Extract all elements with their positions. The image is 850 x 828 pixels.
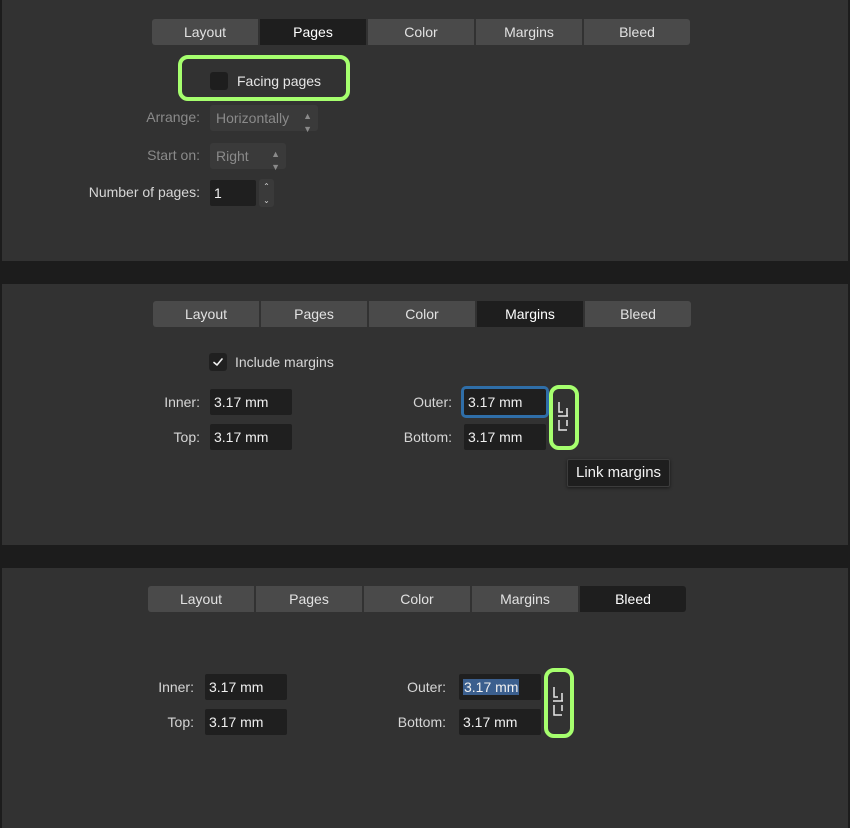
number-of-pages-input[interactable]: 1 xyxy=(210,180,256,206)
checkmark-icon xyxy=(213,358,223,366)
inner-margin-input[interactable]: 3.17 mm xyxy=(210,389,292,415)
bottom-label: Bottom: xyxy=(403,429,452,445)
tab-color[interactable]: Color xyxy=(364,586,470,612)
tab-bar: Layout Pages Color Margins Bleed xyxy=(152,19,690,45)
facing-pages-label: Facing pages xyxy=(237,73,322,89)
pages-settings-panel: Layout Pages Color Margins Bleed Facing … xyxy=(2,0,848,261)
top-bleed-input[interactable]: 3.17 mm xyxy=(205,709,287,735)
chain-link-icon[interactable] xyxy=(554,398,572,434)
outer-margin-input[interactable]: 3.17 mm xyxy=(461,386,549,418)
start-on-value: Right xyxy=(216,148,249,164)
tab-bleed[interactable]: Bleed xyxy=(585,301,691,327)
arrange-value: Horizontally xyxy=(216,110,290,126)
facing-pages-checkbox[interactable] xyxy=(210,72,228,90)
outer-bleed-input[interactable]: 3.17 mm xyxy=(459,674,541,700)
tab-layout[interactable]: Layout xyxy=(148,586,254,612)
bottom-margin-input[interactable]: 3.17 mm xyxy=(464,424,546,450)
tab-margins[interactable]: Margins xyxy=(477,301,583,327)
include-margins-label: Include margins xyxy=(235,354,334,370)
tab-layout[interactable]: Layout xyxy=(152,19,258,45)
margins-settings-panel: Layout Pages Color Margins Bleed Include… xyxy=(2,284,848,545)
tab-layout[interactable]: Layout xyxy=(153,301,259,327)
tab-margins[interactable]: Margins xyxy=(472,586,578,612)
outer-label: Outer: xyxy=(413,394,452,410)
chevron-down-icon[interactable]: ⌄ xyxy=(263,196,270,205)
tab-bar: Layout Pages Color Margins Bleed xyxy=(153,301,691,327)
outer-bleed-selected-text: 3.17 mm xyxy=(463,679,520,695)
tab-margins[interactable]: Margins xyxy=(476,19,582,45)
inner-label: Inner: xyxy=(158,679,194,695)
bottom-label: Bottom: xyxy=(397,714,446,730)
chevron-up-down-icon: ▲ ▼ xyxy=(303,111,312,134)
link-margins-tooltip: Link margins xyxy=(567,459,671,487)
tab-bar: Layout Pages Color Margins Bleed xyxy=(148,586,686,612)
bottom-bleed-input[interactable]: 3.17 mm xyxy=(459,709,541,735)
inner-bleed-input[interactable]: 3.17 mm xyxy=(205,674,287,700)
number-of-pages-stepper[interactable]: ⌃ ⌄ xyxy=(259,179,274,207)
inner-label: Inner: xyxy=(164,394,200,410)
include-margins-checkbox[interactable] xyxy=(209,353,227,371)
tab-color[interactable]: Color xyxy=(369,301,475,327)
top-label: Top: xyxy=(173,429,200,445)
tab-pages[interactable]: Pages xyxy=(260,19,366,45)
top-margin-input[interactable]: 3.17 mm xyxy=(210,424,292,450)
chevron-up-down-icon: ▲ ▼ xyxy=(271,149,280,172)
tab-color[interactable]: Color xyxy=(368,19,474,45)
number-of-pages-label: Number of pages: xyxy=(88,184,200,200)
arrange-select[interactable]: Horizontally ▲ ▼ xyxy=(210,105,318,134)
chain-link-icon[interactable] xyxy=(549,683,567,719)
top-label: Top: xyxy=(167,714,194,730)
start-on-label: Start on: xyxy=(147,147,200,163)
tab-pages[interactable]: Pages xyxy=(261,301,367,327)
arrange-label: Arrange: xyxy=(146,109,200,125)
tab-bleed[interactable]: Bleed xyxy=(580,586,686,612)
start-on-select[interactable]: Right ▲ ▼ xyxy=(210,143,286,172)
tab-bleed[interactable]: Bleed xyxy=(584,19,690,45)
outer-label: Outer: xyxy=(407,679,446,695)
tab-pages[interactable]: Pages xyxy=(256,586,362,612)
chevron-up-icon[interactable]: ⌃ xyxy=(263,182,270,191)
bleed-settings-panel: Layout Pages Color Margins Bleed Inner: … xyxy=(2,568,848,828)
